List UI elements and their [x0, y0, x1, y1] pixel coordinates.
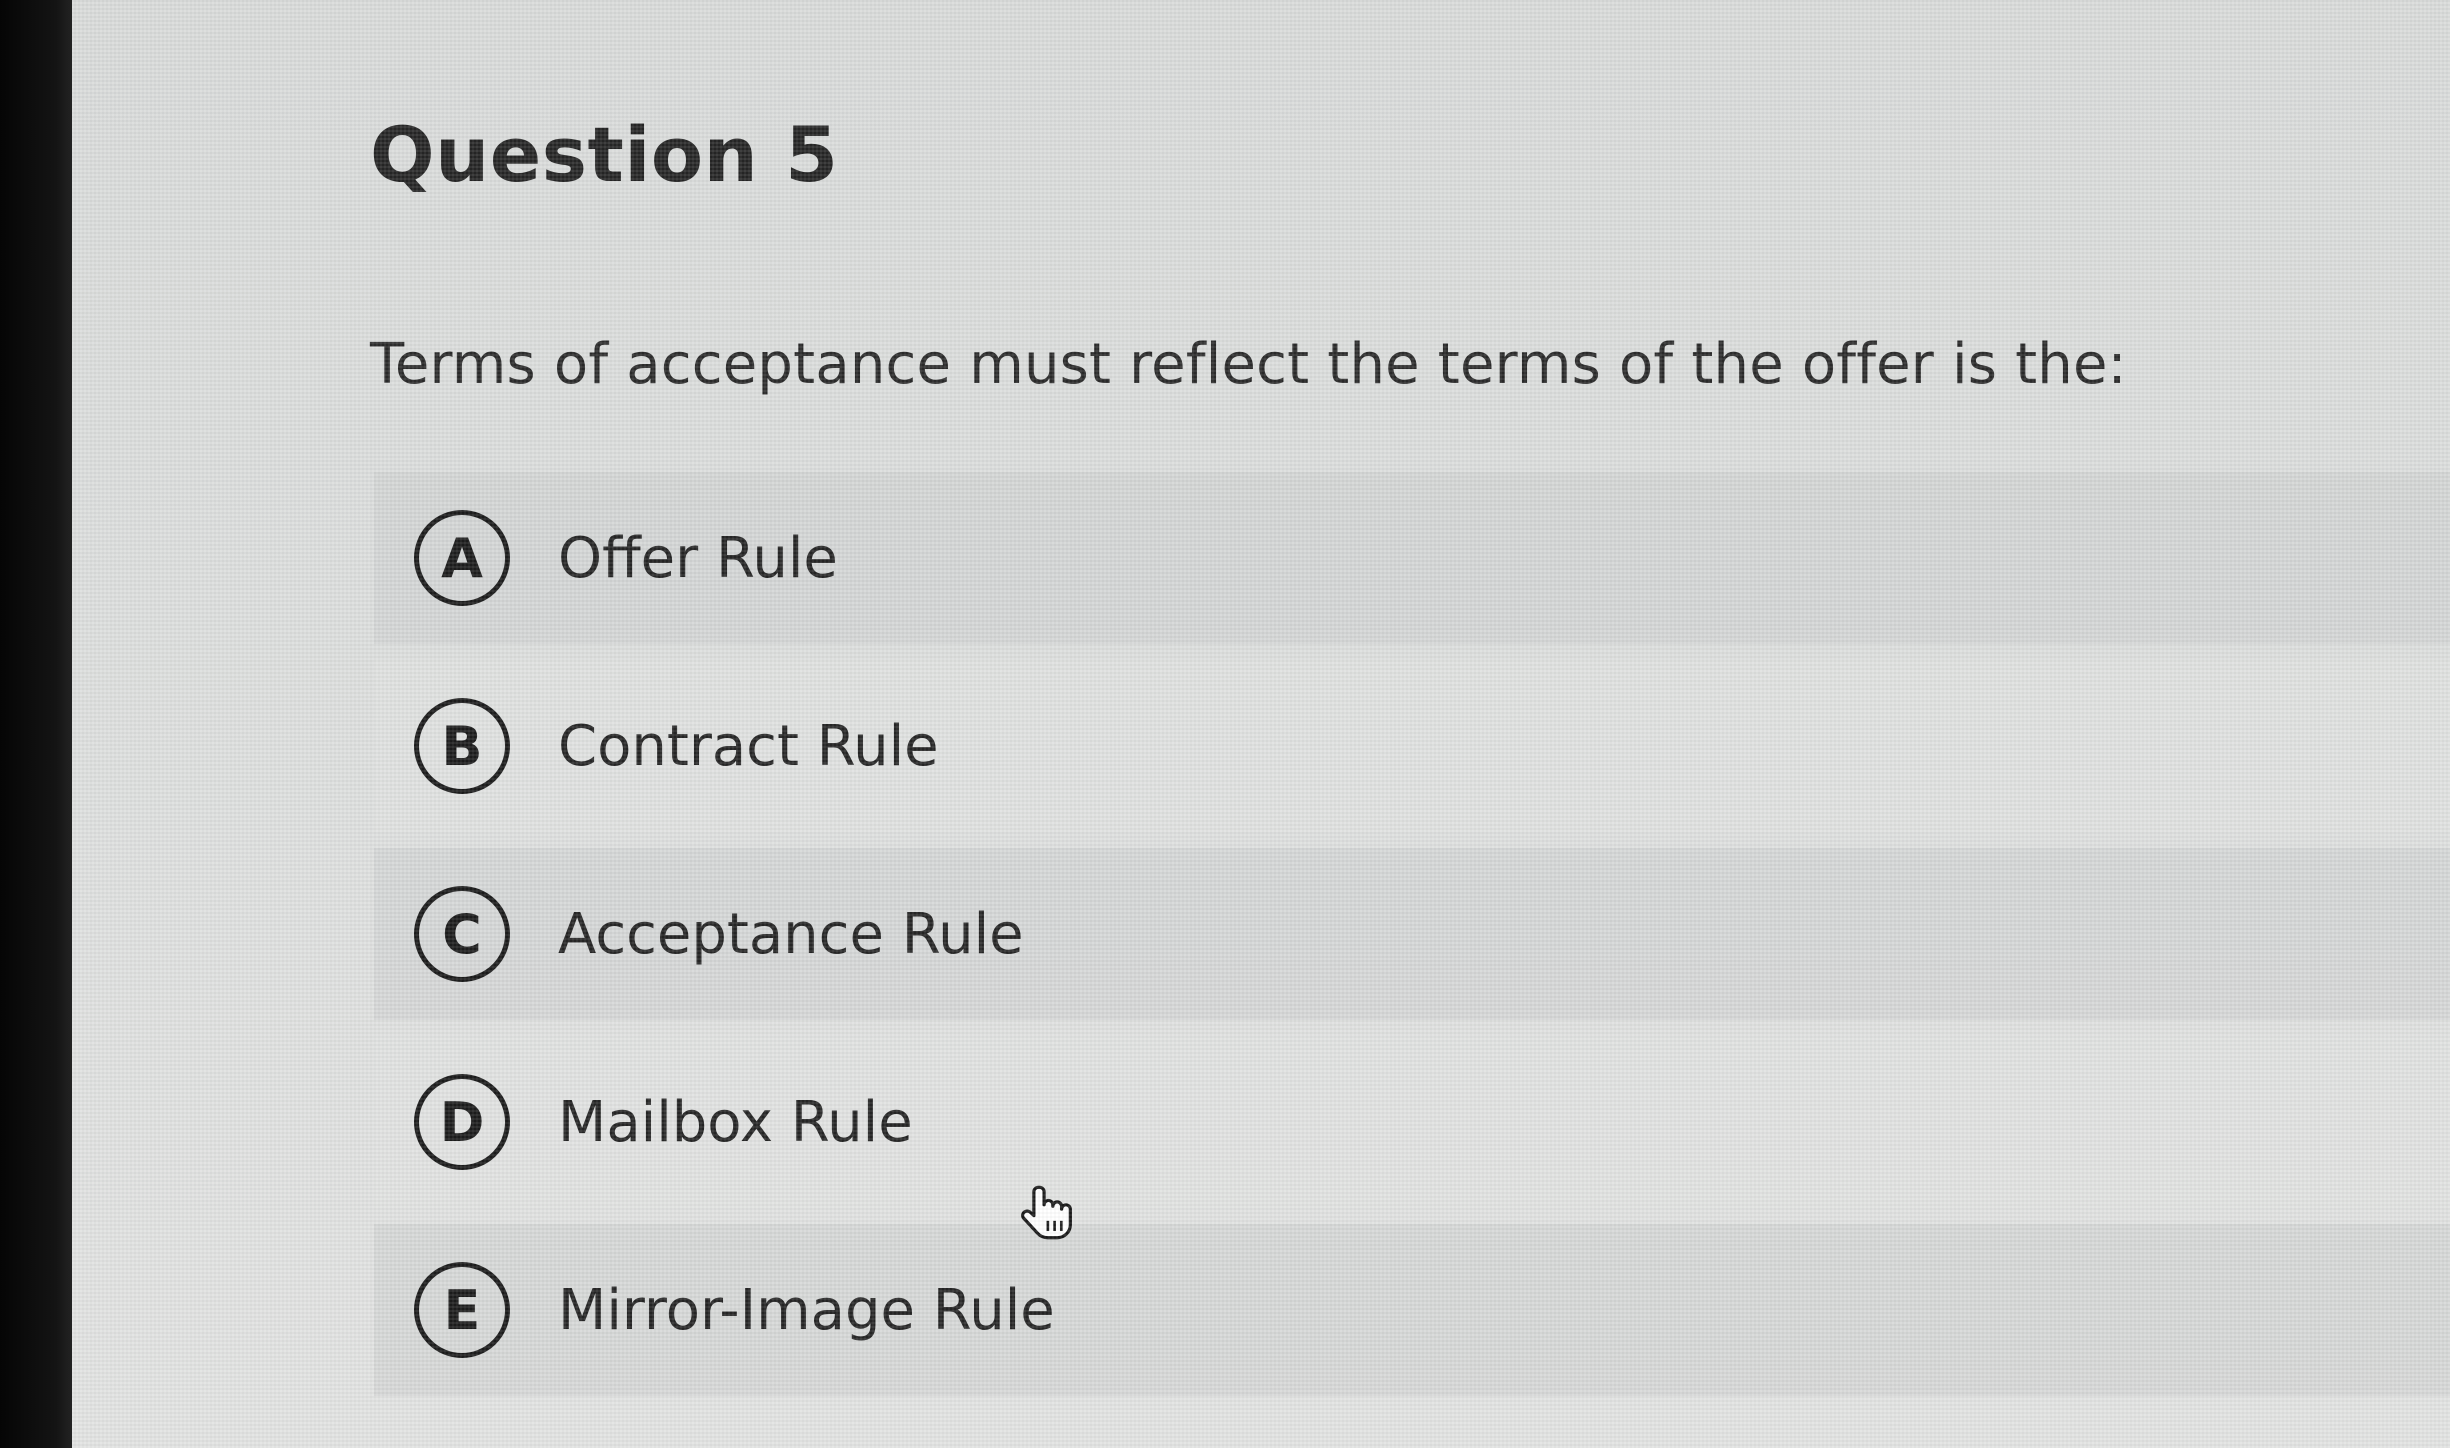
option-a[interactable]: A Offer Rule: [374, 472, 2450, 644]
option-c-letter[interactable]: C: [414, 886, 510, 982]
question-prompt: Terms of acceptance must reflect the ter…: [370, 332, 2127, 397]
option-d[interactable]: D Mailbox Rule: [374, 1036, 2450, 1208]
option-d-letter[interactable]: D: [414, 1074, 510, 1170]
option-b[interactable]: B Contract Rule: [374, 660, 2450, 832]
question-title: Question 5: [370, 110, 839, 199]
option-c-label[interactable]: Acceptance Rule: [558, 902, 1024, 967]
hand-pointer-icon: [1021, 1185, 1072, 1240]
option-b-letter[interactable]: B: [414, 698, 510, 794]
option-a-letter[interactable]: A: [414, 510, 510, 606]
option-e-label[interactable]: Mirror-Image Rule: [558, 1278, 1055, 1343]
option-c[interactable]: C Acceptance Rule: [374, 848, 2450, 1020]
monitor-bezel: [0, 0, 80, 1448]
quiz-screen: Question 5 Terms of acceptance must refl…: [72, 0, 2450, 1448]
option-e[interactable]: E Mirror-Image Rule: [374, 1224, 2450, 1396]
option-b-label[interactable]: Contract Rule: [558, 714, 939, 779]
option-e-letter[interactable]: E: [414, 1262, 510, 1358]
option-d-label[interactable]: Mailbox Rule: [558, 1090, 913, 1155]
option-a-label[interactable]: Offer Rule: [558, 526, 838, 591]
answer-options: A Offer Rule B Contract Rule C Acceptanc…: [374, 472, 2450, 1412]
